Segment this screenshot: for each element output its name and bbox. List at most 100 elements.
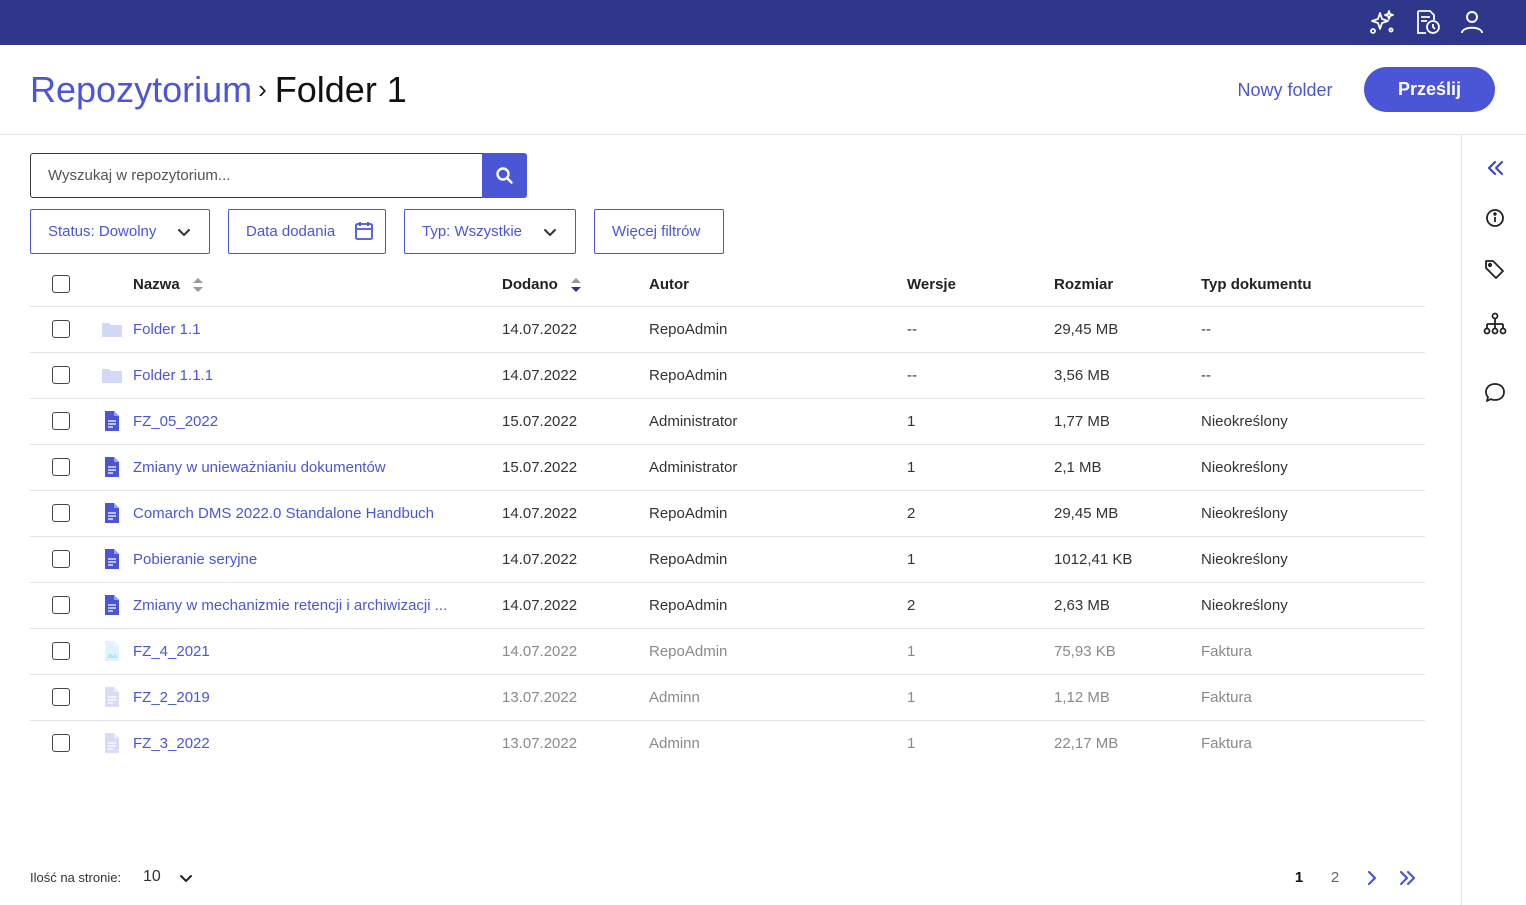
date-added-filter[interactable]: Data dodania <box>228 209 386 254</box>
size-cell: 1,77 MB <box>1054 398 1201 445</box>
document-icon <box>101 502 123 524</box>
row-checkbox[interactable] <box>52 412 70 431</box>
page-2-button[interactable]: 2 <box>1326 866 1344 890</box>
table-row[interactable]: FZ_4_2021 14.07.2022 RepoAdmin 1 75,93 KB Fak… <box>30 628 1425 675</box>
doctype-cell: Nieokreślony <box>1201 536 1425 583</box>
tag-icon[interactable] <box>1482 256 1508 282</box>
document-icon <box>101 594 123 616</box>
file-name-link[interactable]: Zmiany w mechanizmie retencji i archiwiz… <box>133 582 502 629</box>
versions-cell: 2 <box>907 490 1054 537</box>
table-row[interactable]: Folder 1.1.1 14.07.2022 RepoAdmin -- 3,56 MB… <box>30 352 1425 399</box>
file-name-link[interactable]: FZ_2_2019 <box>133 674 502 721</box>
author-cell: Administrator <box>649 444 907 491</box>
table-row[interactable]: FZ_3_2022 13.07.2022 Adminn 1 22,17 MB Faktur… <box>30 720 1425 766</box>
row-checkbox[interactable] <box>52 642 70 661</box>
hierarchy-icon[interactable] <box>1482 311 1508 337</box>
page-size-selector[interactable]: Ilość na stronie: 10 <box>30 868 192 888</box>
row-checkbox[interactable] <box>52 458 70 477</box>
column-header-name[interactable]: Nazwa <box>133 263 502 307</box>
upload-button[interactable]: Prześlij <box>1364 67 1495 112</box>
status-filter-label: Status: Dowolny <box>48 223 157 240</box>
file-name-link[interactable]: Pobieranie seryjne <box>133 536 502 583</box>
doctype-cell: -- <box>1201 352 1425 399</box>
author-cell: RepoAdmin <box>649 352 907 399</box>
page-size-label: Ilość na stronie: <box>30 870 122 885</box>
breadcrumb-root-link[interactable]: Repozytorium <box>30 69 252 110</box>
table-row[interactable]: Pobieranie seryjne 14.07.2022 RepoAdmin 1 10… <box>30 536 1425 583</box>
row-checkbox[interactable] <box>52 596 70 615</box>
row-checkbox[interactable] <box>52 688 70 707</box>
author-cell: RepoAdmin <box>649 306 907 353</box>
sort-descending-icon[interactable] <box>570 277 582 293</box>
date-added-cell: 15.07.2022 <box>502 444 649 491</box>
file-name-link[interactable]: Comarch DMS 2022.0 Standalone Handbuch <box>133 490 502 537</box>
double-chevron-right-icon <box>1399 870 1416 886</box>
table-row[interactable]: FZ_2_2019 13.07.2022 Adminn 1 1,12 MB Faktura <box>30 674 1425 721</box>
file-table: Nazwa Dodano Autor Wersje Rozmiar Typ do… <box>30 263 1425 766</box>
document-icon <box>101 686 123 708</box>
date-added-cell: 15.07.2022 <box>502 398 649 445</box>
file-name-link[interactable]: FZ_4_2021 <box>133 628 502 675</box>
document-icon <box>101 548 123 570</box>
user-icon[interactable] <box>1458 8 1486 36</box>
document-icon <box>101 732 123 754</box>
column-header-added[interactable]: Dodano <box>502 263 649 307</box>
sort-icon[interactable] <box>192 277 204 293</box>
date-added-cell: 13.07.2022 <box>502 734 578 752</box>
size-cell: 1,12 MB <box>1054 674 1201 721</box>
row-checkbox[interactable] <box>52 366 70 385</box>
doctype-cell: Nieokreślony <box>1201 444 1425 491</box>
type-filter-dropdown[interactable]: Typ: Wszystkie <box>404 209 576 254</box>
author-cell: RepoAdmin <box>649 582 907 629</box>
column-header-author: Autor <box>649 263 907 307</box>
search-button[interactable] <box>482 153 527 198</box>
more-filters-button[interactable]: Więcej filtrów <box>594 209 724 254</box>
chevron-down-icon[interactable] <box>178 870 194 886</box>
chevron-down-icon <box>544 229 556 237</box>
file-name-link[interactable]: Folder 1.1 <box>133 306 502 353</box>
page-1-button[interactable]: 1 <box>1290 866 1308 890</box>
comment-icon[interactable] <box>1482 380 1508 406</box>
table-row[interactable]: Comarch DMS 2022.0 Standalone Handbuch 14… <box>30 490 1425 537</box>
search-input[interactable] <box>30 153 483 198</box>
file-name-link[interactable]: FZ_05_2022 <box>133 398 502 445</box>
sparkles-icon[interactable] <box>1368 8 1396 36</box>
doctype-cell: -- <box>1201 306 1425 353</box>
table-row[interactable]: Zmiany w unieważnianiu dokumentów 15.07.2… <box>30 444 1425 491</box>
versions-cell: -- <box>907 352 1054 399</box>
document-history-icon[interactable] <box>1413 8 1441 36</box>
file-name-link[interactable]: Zmiany w unieważnianiu dokumentów <box>133 444 502 491</box>
document-icon <box>101 410 123 432</box>
next-page-button[interactable] <box>1361 866 1383 890</box>
page-size-value[interactable]: 10 <box>143 867 161 887</box>
last-page-button[interactable] <box>1396 866 1420 890</box>
size-cell: 2,1 MB <box>1054 444 1201 491</box>
collapse-double-chevron-icon[interactable] <box>1482 155 1508 181</box>
row-checkbox[interactable] <box>52 504 70 523</box>
select-all-checkbox[interactable] <box>52 275 70 294</box>
file-name-link[interactable]: Folder 1.1.1 <box>133 352 502 399</box>
folder-icon <box>101 364 123 386</box>
table-row[interactable]: Folder 1.1 14.07.2022 RepoAdmin -- 29,45 MB -… <box>30 306 1425 353</box>
new-folder-button[interactable]: Nowy folder <box>1226 75 1344 105</box>
doctype-cell: Nieokreślony <box>1201 490 1425 537</box>
size-cell: 2,63 MB <box>1054 582 1201 629</box>
table-row[interactable]: Zmiany w mechanizmie retencji i archiwiz… <box>30 582 1425 629</box>
info-icon[interactable] <box>1482 205 1508 231</box>
column-header-versions: Wersje <box>907 263 1054 307</box>
file-name-link[interactable]: FZ_3_2022 <box>133 720 502 766</box>
table-row[interactable]: FZ_05_2022 15.07.2022 Administrator 1 1,77 M… <box>30 398 1425 445</box>
size-cell: 29,45 MB <box>1054 306 1201 353</box>
row-checkbox[interactable] <box>52 320 70 339</box>
table-header-row: Nazwa Dodano Autor Wersje Rozmiar Typ do… <box>30 263 1425 307</box>
author-cell: RepoAdmin <box>649 628 907 675</box>
chevron-right-icon <box>1367 870 1377 886</box>
chevron-down-icon <box>178 229 190 237</box>
author-cell: RepoAdmin <box>649 536 907 583</box>
status-filter-dropdown[interactable]: Status: Dowolny <box>30 209 210 254</box>
row-checkbox[interactable] <box>52 734 70 753</box>
row-checkbox[interactable] <box>52 550 70 569</box>
document-icon <box>101 456 123 478</box>
date-added-cell: 14.07.2022 <box>502 628 649 675</box>
versions-cell: 1 <box>907 444 1054 491</box>
